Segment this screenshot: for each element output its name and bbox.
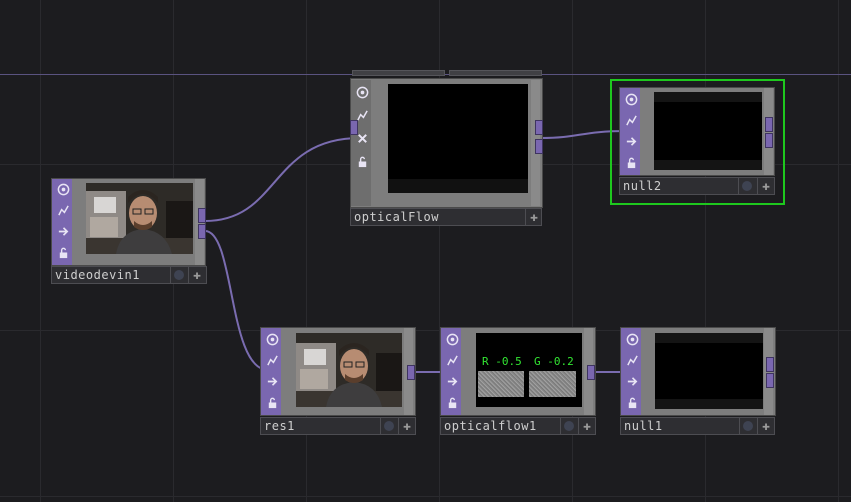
viewer-icon[interactable] bbox=[265, 332, 279, 346]
node-name-bar[interactable]: null2 ✚ bbox=[619, 177, 775, 195]
cook-icon[interactable] bbox=[56, 203, 70, 217]
bypass-dot-icon[interactable] bbox=[380, 418, 397, 434]
node-name-bar[interactable]: opticalFlow ✚ bbox=[350, 208, 542, 226]
input-connector[interactable] bbox=[350, 120, 358, 135]
output-connector[interactable] bbox=[407, 365, 415, 380]
node-name-label: videodevin1 bbox=[55, 268, 140, 282]
output-connector-2[interactable] bbox=[198, 224, 206, 239]
channel-r-label: R -0.5 bbox=[482, 355, 522, 368]
output-connector-1[interactable] bbox=[198, 208, 206, 223]
viewer-icon[interactable] bbox=[624, 92, 638, 106]
op-control-strip bbox=[52, 179, 72, 265]
node-name-bar[interactable]: opticalflow1 ✚ bbox=[440, 417, 596, 435]
output-connector-2[interactable] bbox=[765, 133, 773, 148]
export-icon[interactable] bbox=[56, 224, 70, 238]
output-connector-1[interactable] bbox=[766, 357, 774, 372]
wire-videodevin1-res1 bbox=[204, 230, 269, 371]
output-connector[interactable] bbox=[587, 365, 595, 380]
lock-icon[interactable] bbox=[445, 395, 459, 409]
add-plus-icon[interactable]: ✚ bbox=[757, 178, 774, 194]
node-name-bar[interactable]: videodevin1 ✚ bbox=[51, 266, 207, 284]
channel-g-label: G -0.2 bbox=[534, 355, 574, 368]
op-control-strip bbox=[620, 88, 640, 175]
cook-icon[interactable] bbox=[624, 113, 638, 127]
op-control-strip bbox=[261, 328, 281, 415]
node-name-label: opticalflow1 bbox=[444, 419, 537, 433]
lock-icon[interactable] bbox=[624, 155, 638, 169]
node-name-label: null1 bbox=[624, 419, 663, 433]
viewer-icon[interactable] bbox=[56, 182, 70, 196]
add-plus-icon[interactable]: ✚ bbox=[525, 209, 542, 225]
add-plus-icon[interactable]: ✚ bbox=[398, 418, 415, 434]
node-name-label: opticalFlow bbox=[354, 210, 439, 224]
channel-viewer: R -0.5 G -0.2 bbox=[476, 333, 582, 407]
export-icon[interactable] bbox=[265, 374, 279, 388]
viewer-icon[interactable] bbox=[625, 332, 639, 346]
network-editor[interactable]: videodevin1 ✚ opticalFlow ✚ null2 ✚ res1… bbox=[0, 0, 851, 502]
bypass-dot-icon[interactable] bbox=[560, 418, 577, 434]
output-viewer bbox=[388, 84, 528, 193]
output-connector-1[interactable] bbox=[765, 117, 773, 132]
op-control-strip bbox=[441, 328, 461, 415]
node-name-label: res1 bbox=[264, 419, 295, 433]
node-name-bar[interactable]: null1 ✚ bbox=[620, 417, 775, 435]
viewer-icon[interactable] bbox=[445, 332, 459, 346]
lock-icon[interactable] bbox=[625, 395, 639, 409]
output-connector-2[interactable] bbox=[766, 373, 774, 388]
cook-icon[interactable] bbox=[625, 353, 639, 367]
export-icon[interactable] bbox=[625, 374, 639, 388]
video-preview bbox=[86, 183, 193, 254]
top-tab-right bbox=[449, 70, 542, 76]
output-viewer bbox=[655, 333, 763, 409]
bypass-dot-icon[interactable] bbox=[170, 267, 187, 283]
cook-icon[interactable] bbox=[265, 353, 279, 367]
node-name-bar[interactable]: res1 ✚ bbox=[260, 417, 416, 435]
channel-g-preview bbox=[529, 371, 576, 397]
wire-videodevin1-opticalflow bbox=[204, 137, 361, 222]
bypass-dot-icon[interactable] bbox=[738, 178, 755, 194]
add-plus-icon[interactable]: ✚ bbox=[578, 418, 595, 434]
bypass-dot-icon[interactable] bbox=[739, 418, 756, 434]
add-plus-icon[interactable]: ✚ bbox=[188, 267, 205, 283]
output-connector-1[interactable] bbox=[535, 120, 543, 135]
export-icon[interactable] bbox=[624, 134, 638, 148]
lock-icon[interactable] bbox=[56, 245, 70, 259]
lock-icon[interactable] bbox=[355, 154, 369, 168]
add-plus-icon[interactable]: ✚ bbox=[757, 418, 774, 434]
video-preview bbox=[296, 333, 402, 407]
op-control-strip bbox=[621, 328, 641, 415]
node-name-label: null2 bbox=[623, 179, 662, 193]
export-icon[interactable] bbox=[445, 374, 459, 388]
lock-icon[interactable] bbox=[265, 395, 279, 409]
op-control-strip bbox=[351, 80, 371, 206]
channel-r-preview bbox=[478, 371, 524, 397]
viewer-icon[interactable] bbox=[355, 85, 369, 99]
output-viewer bbox=[654, 92, 762, 170]
top-tab-left bbox=[352, 70, 445, 76]
output-connector-2[interactable] bbox=[535, 139, 543, 154]
cook-icon[interactable] bbox=[445, 353, 459, 367]
